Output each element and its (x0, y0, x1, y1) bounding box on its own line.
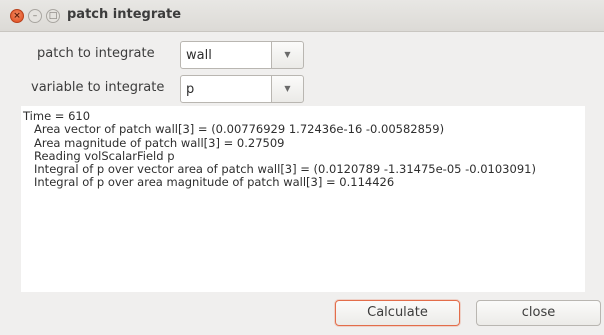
patch-integrate-window: × – □ patch integrate patch to integrate… (0, 0, 604, 335)
output-line: Area magnitude of patch wall[3] = 0.2750… (34, 135, 285, 150)
maximize-window-icon[interactable]: □ (46, 9, 60, 23)
title-bar[interactable]: × – □ patch integrate (0, 0, 604, 32)
output-text-area[interactable]: Time = 610 Area vector of patch wall[3] … (21, 106, 585, 292)
output-line: Area vector of patch wall[3] = (0.007769… (34, 122, 445, 137)
close-window-icon[interactable]: × (10, 9, 24, 23)
calculate-button[interactable]: Calculate (335, 300, 460, 326)
patch-label: patch to integrate (37, 46, 155, 61)
patch-select-value[interactable]: wall (180, 41, 272, 69)
minimize-window-icon[interactable]: – (28, 9, 42, 23)
window-title: patch integrate (67, 7, 182, 22)
variable-dropdown-icon[interactable]: ▼ (271, 75, 304, 103)
output-line: Integral of p over area magnitude of pat… (34, 175, 395, 190)
patch-select[interactable]: wall ▼ (180, 41, 304, 69)
output-line: Time = 610 (23, 109, 91, 123)
variable-select-value[interactable]: p (180, 75, 272, 103)
output-line: Reading volScalarField p (34, 148, 175, 163)
variable-select[interactable]: p ▼ (180, 75, 304, 103)
close-button[interactable]: close (476, 300, 601, 326)
output-line: Integral of p over vector area of patch … (34, 162, 536, 177)
variable-label: variable to integrate (31, 80, 165, 95)
patch-dropdown-icon[interactable]: ▼ (271, 41, 304, 69)
